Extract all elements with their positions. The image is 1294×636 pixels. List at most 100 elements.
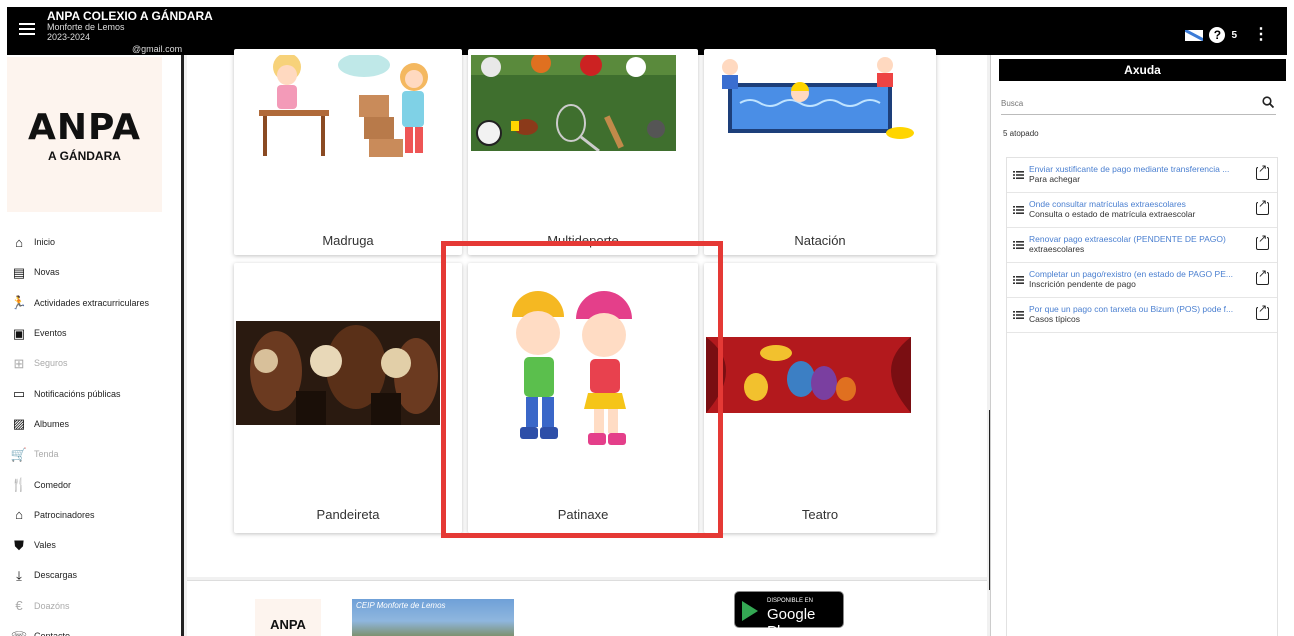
- hamburger-menu-icon[interactable]: [19, 23, 35, 37]
- activity-card-natacion[interactable]: Natación: [704, 49, 936, 255]
- sidebar-item-comedor[interactable]: 🍴 Comedor: [7, 469, 181, 499]
- help-result-title[interactable]: Por que un pago con tarxeta ou Bizum (PO…: [1029, 304, 1251, 314]
- running-icon: 🏃: [10, 295, 28, 311]
- sidebar-item-label: Doazóns: [34, 600, 70, 611]
- contact-icon: ☏: [10, 628, 28, 636]
- list-icon: [1013, 206, 1024, 214]
- sidebar-item-label: Tenda: [34, 449, 59, 460]
- help-result-item[interactable]: Completar un pago/rexistro (en estado de…: [1007, 263, 1277, 298]
- sidebar-item-doazons[interactable]: € Doazóns: [7, 591, 181, 621]
- activity-card-pandeireta[interactable]: Pandeireta: [234, 263, 462, 533]
- sidebar-item-label: Eventos: [34, 328, 67, 339]
- restaurant-icon: 🍴: [10, 477, 28, 493]
- store-icon: ⌂: [15, 507, 23, 523]
- sidebar-item-label: Patrocinadores: [34, 509, 95, 520]
- sidebar: ANPA A GÁNDARA ⌂ Inicio ▤ Novas 🏃 Actividades…: [7, 55, 184, 636]
- activity-card-teatro[interactable]: Teatro: [704, 263, 936, 533]
- sidebar-item-label: Descargas: [34, 570, 78, 581]
- help-result-item[interactable]: Enviar xustificante de pago mediante tra…: [1007, 158, 1277, 193]
- school-photo: CEIP Monforte de Lemos: [352, 599, 514, 636]
- sidebar-item-notificacions[interactable]: ▭ Notificacións públicas: [7, 378, 181, 408]
- sidebar-item-contacto[interactable]: ☏ Contacto: [7, 621, 181, 636]
- more-vert-icon[interactable]: ⋮: [1253, 27, 1269, 43]
- open-in-new-icon[interactable]: [1256, 199, 1269, 215]
- logo-sub-text: A GÁNDARA: [48, 149, 121, 163]
- sidebar-item-label: Contacto: [34, 631, 71, 636]
- help-result-title[interactable]: Renovar pago extraescolar (PENDENTE DE P…: [1029, 234, 1251, 244]
- message-icon: ▭: [12, 386, 26, 402]
- help-result-subtitle: Para achegar: [1029, 174, 1081, 184]
- patinaxe-image: [498, 283, 658, 463]
- euro-icon: €: [15, 598, 23, 614]
- activity-label: Pandeireta: [316, 507, 380, 522]
- verified-icon: ⛊: [14, 537, 24, 553]
- home-icon: ⌂: [15, 234, 23, 250]
- help-result-item[interactable]: Por que un pago con tarxeta ou Bizum (PO…: [1007, 298, 1277, 333]
- sidebar-item-label: Novas: [34, 267, 60, 278]
- list-icon: [1013, 171, 1024, 179]
- sidebar-item-label: Comedor: [34, 479, 72, 490]
- help-result-item[interactable]: Onde consultar matrículas extraescolares…: [1007, 193, 1277, 228]
- anpa-logo: ANPA A GÁNDARA: [7, 57, 162, 212]
- open-in-new-icon[interactable]: [1256, 164, 1269, 180]
- activity-label: Madruga: [322, 233, 374, 248]
- sidebar-item-actividades[interactable]: 🏃 Actividades extracurriculares: [7, 288, 181, 318]
- sidebar-item-novas[interactable]: ▤ Novas: [7, 257, 181, 287]
- help-icon[interactable]: ?: [1209, 27, 1226, 43]
- sidebar-item-tenda[interactable]: 🛒 Tenda: [7, 439, 181, 469]
- help-panel-title: Axuda: [999, 59, 1286, 81]
- list-icon: [1013, 241, 1024, 249]
- help-result-title[interactable]: Completar un pago/rexistro (en estado de…: [1029, 269, 1251, 279]
- activity-label: Teatro: [801, 507, 839, 522]
- activity-label: Natación: [794, 233, 846, 248]
- help-result-subtitle: Consulta o estado de matrícula extraesco…: [1029, 209, 1196, 219]
- list-icon: [1013, 276, 1024, 284]
- app-title-block: ANPA COLEXIO A GÁNDARA Monforte de Lemos…: [47, 10, 213, 42]
- activity-card-madruga[interactable]: Madruga: [234, 49, 462, 255]
- help-result-subtitle: Casos típicos: [1029, 314, 1081, 324]
- multideporte-image: [471, 55, 676, 151]
- help-result-title[interactable]: Enviar xustificante de pago mediante tra…: [1029, 164, 1251, 174]
- app-frame: ANPA COLEXIO A GÁNDARA Monforte de Lemos…: [7, 7, 1287, 636]
- sidebar-item-inicio[interactable]: ⌂ Inicio: [7, 227, 181, 257]
- search-icon[interactable]: [1262, 96, 1274, 108]
- activities-panel: Madruga Multideporte Natación Pandeireta…: [187, 49, 987, 577]
- page-footer: ANPA CEIP Monforte de Lemos DISPONIBLE E…: [187, 580, 987, 636]
- help-result-subtitle: extraescolares: [1029, 244, 1085, 254]
- sidebar-item-seguros[interactable]: ⊞ Seguros: [7, 348, 181, 378]
- open-in-new-icon[interactable]: [1256, 234, 1269, 250]
- top-app-bar: ANPA COLEXIO A GÁNDARA Monforte de Lemos…: [7, 7, 1287, 55]
- calendar-icon: ▣: [12, 325, 26, 341]
- user-email: @gmail.com: [132, 44, 183, 54]
- sidebar-item-albumes[interactable]: ▨ Albumes: [7, 409, 181, 439]
- sidebar-item-label: Inicio: [34, 237, 56, 248]
- natacion-image: [710, 55, 920, 143]
- open-in-new-icon[interactable]: [1256, 269, 1269, 285]
- language-flag-icon[interactable]: [1185, 29, 1204, 41]
- plus-box-icon: ⊞: [13, 355, 25, 371]
- activity-card-multideporte[interactable]: Multideporte: [468, 49, 698, 255]
- help-result-item[interactable]: Renovar pago extraescolar (PENDENTE DE P…: [1007, 228, 1277, 263]
- logo-main-text: ANPA: [28, 107, 141, 148]
- cart-icon: 🛒: [10, 446, 28, 462]
- activity-card-patinaxe[interactable]: Patinaxe: [468, 263, 698, 533]
- sidebar-item-patrocinadores[interactable]: ⌂ Patrocinadores: [7, 500, 181, 530]
- main-content: Madruga Multideporte Natación Pandeireta…: [184, 49, 992, 636]
- sidebar-item-descargas[interactable]: ⤓ Descargas: [7, 560, 181, 590]
- sidebar-item-label: Notificacións públicas: [34, 388, 121, 399]
- news-icon: ▤: [12, 264, 26, 280]
- help-result-title[interactable]: Onde consultar matrículas extraescolares: [1029, 199, 1251, 209]
- sidebar-item-label: Actividades extracurriculares: [34, 297, 150, 308]
- help-panel: Axuda 5 atopado Enviar xustificante de p…: [990, 55, 1287, 636]
- help-results-list: Enviar xustificante de pago mediante tra…: [1006, 157, 1278, 636]
- org-name: ANPA COLEXIO A GÁNDARA: [47, 9, 213, 23]
- sidebar-item-vales[interactable]: ⛊ Vales: [7, 530, 181, 560]
- google-play-badge[interactable]: DISPONIBLE EN Google Play: [734, 591, 844, 636]
- help-results-count: 5 atopado: [1003, 129, 1039, 138]
- open-in-new-icon[interactable]: [1256, 304, 1269, 320]
- google-play-icon: [742, 601, 758, 621]
- help-result-subtitle: Inscrición pendente de pago: [1029, 279, 1136, 289]
- help-search-input[interactable]: [1001, 93, 1241, 114]
- gplay-small-text: DISPONIBLE EN: [767, 598, 814, 604]
- sidebar-item-eventos[interactable]: ▣ Eventos: [7, 318, 181, 348]
